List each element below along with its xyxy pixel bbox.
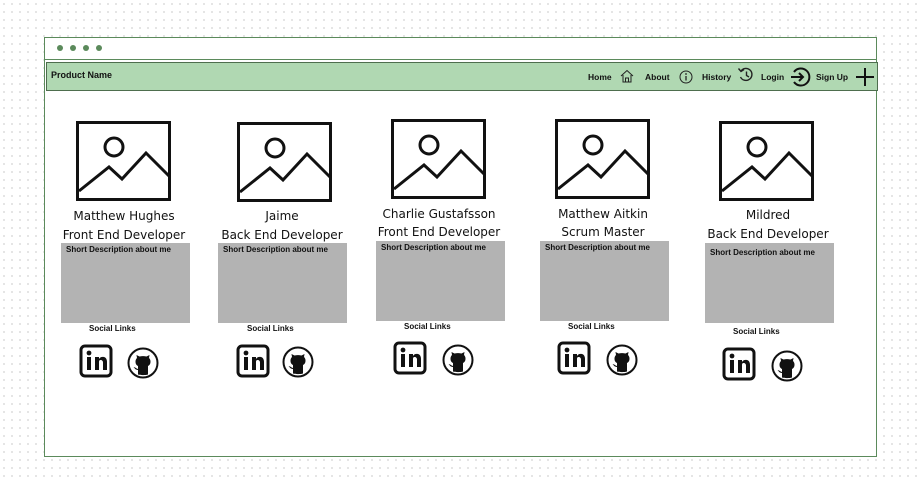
- product-name[interactable]: Product Name: [51, 70, 112, 80]
- login-icon[interactable]: [789, 66, 811, 88]
- nav-about-link[interactable]: About: [645, 72, 670, 82]
- window-dot: [96, 45, 102, 51]
- linkedin-icon[interactable]: [557, 341, 591, 375]
- info-icon[interactable]: [679, 70, 693, 84]
- description-box: Short Description about me: [61, 243, 190, 323]
- home-icon[interactable]: [620, 69, 634, 83]
- description-text: Short Description about me: [66, 245, 171, 254]
- social-links-label: Social Links: [568, 322, 615, 331]
- nav-login-link[interactable]: Login: [761, 72, 784, 82]
- nav-signup-link[interactable]: Sign Up: [816, 72, 848, 82]
- social-links-label: Social Links: [247, 324, 294, 333]
- history-icon[interactable]: [737, 66, 755, 84]
- image-placeholder-icon: [76, 121, 171, 201]
- member-role: Front End Developer: [377, 225, 501, 239]
- image-placeholder-icon: [237, 122, 332, 202]
- image-placeholder-icon: [719, 121, 814, 201]
- github-icon[interactable]: [127, 347, 159, 379]
- github-icon[interactable]: [606, 344, 638, 376]
- social-links-label: Social Links: [733, 327, 780, 336]
- github-icon[interactable]: [282, 346, 314, 378]
- member-role: Front End Developer: [62, 228, 186, 242]
- social-links-label: Social Links: [89, 324, 136, 333]
- member-role: Scrum Master: [561, 225, 645, 239]
- member-name: Matthew Aitkin: [558, 207, 648, 221]
- linkedin-icon[interactable]: [236, 344, 270, 378]
- image-placeholder-icon: [555, 119, 650, 199]
- member-name: Charlie Gustafsson: [382, 207, 496, 221]
- window-dot: [70, 45, 76, 51]
- linkedin-icon[interactable]: [393, 341, 427, 375]
- description-box: Short Description about me: [540, 241, 669, 321]
- nav-history-link[interactable]: History: [702, 72, 731, 82]
- member-name: Matthew Hughes: [73, 209, 175, 223]
- window-dot: [57, 45, 63, 51]
- linkedin-icon[interactable]: [79, 344, 113, 378]
- member-name: Mildred: [745, 208, 791, 222]
- linkedin-icon[interactable]: [722, 347, 756, 381]
- description-text: Short Description about me: [545, 243, 650, 252]
- description-box: Short Description about me: [376, 241, 505, 321]
- plus-icon[interactable]: [855, 67, 875, 87]
- member-name: Jaime: [265, 209, 299, 223]
- github-icon[interactable]: [442, 344, 474, 376]
- window-dot: [83, 45, 89, 51]
- image-placeholder-icon: [391, 119, 486, 199]
- description-box: Short Description about me: [705, 243, 834, 323]
- description-text: Short Description about me: [381, 243, 486, 252]
- nav-home-link[interactable]: Home: [588, 72, 612, 82]
- member-role: Back End Developer: [221, 228, 343, 242]
- description-text: Short Description about me: [223, 245, 328, 254]
- social-links-label: Social Links: [404, 322, 451, 331]
- github-icon[interactable]: [771, 350, 803, 382]
- description-text: Short Description about me: [710, 248, 815, 257]
- member-role: Back End Developer: [707, 227, 829, 241]
- window-titlebar: [45, 38, 876, 60]
- navbar: Product Name Home About History Login Si…: [46, 62, 878, 91]
- description-box: Short Description about me: [218, 243, 347, 323]
